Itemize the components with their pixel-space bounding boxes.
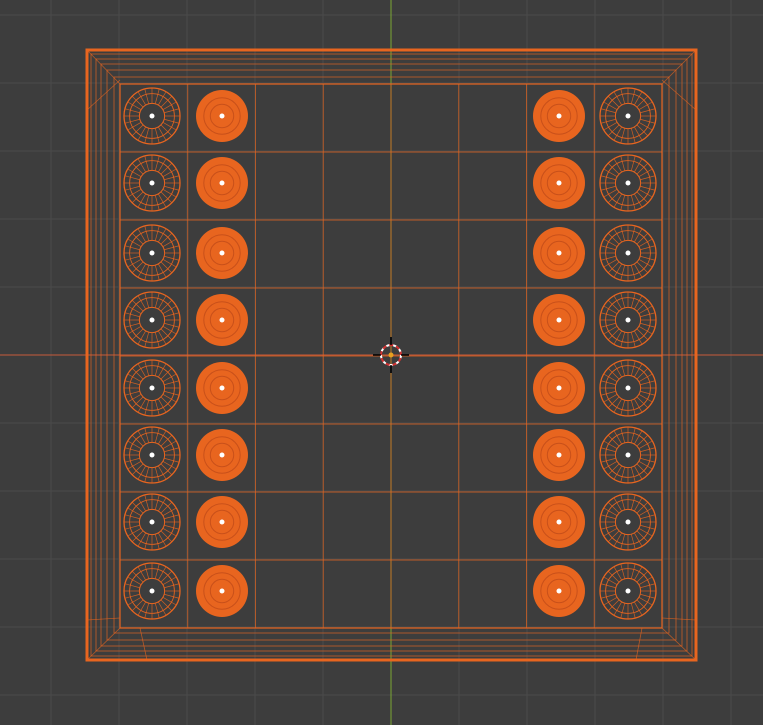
back-rank-piece: [123, 154, 181, 212]
back-rank-piece: [599, 426, 657, 484]
back-rank-piece: [599, 224, 657, 282]
pawn-piece: [533, 294, 585, 346]
back-rank-piece: [123, 291, 181, 349]
board-bevel-line: [661, 617, 697, 621]
back-rank-piece: [599, 493, 657, 551]
3d-cursor-icon[interactable]: [373, 337, 409, 373]
pawn-piece: [533, 90, 585, 142]
back-rank-piece: [599, 87, 657, 145]
pawn-piece: [533, 565, 585, 617]
pawn-piece: [533, 157, 585, 209]
pawn-piece: [196, 227, 248, 279]
board-bevel-line: [86, 79, 121, 111]
pawn-piece: [196, 496, 248, 548]
back-rank-piece: [599, 291, 657, 349]
back-rank-piece: [599, 154, 657, 212]
3d-viewport[interactable]: [0, 0, 763, 725]
pawn-piece: [533, 429, 585, 481]
pawn-piece: [196, 565, 248, 617]
board-bevel-line: [86, 617, 121, 621]
board-bevel-line: [86, 627, 121, 661]
back-rank-piece: [123, 562, 181, 620]
back-rank-piece: [599, 562, 657, 620]
back-rank-piece: [123, 493, 181, 551]
pawn-piece: [196, 157, 248, 209]
board-bevel-line: [86, 49, 121, 85]
board-bevel-line: [661, 79, 697, 111]
back-rank-piece: [123, 359, 181, 417]
pawn-piece: [533, 362, 585, 414]
pawn-piece: [196, 294, 248, 346]
back-rank-piece: [123, 426, 181, 484]
board-bevel-line: [661, 627, 697, 661]
pawn-piece: [196, 429, 248, 481]
back-rank-piece: [123, 224, 181, 282]
pawn-piece: [196, 362, 248, 414]
pawn-piece: [533, 227, 585, 279]
viewport-grid: [0, 0, 763, 725]
pawn-piece: [533, 496, 585, 548]
back-rank-piece: [599, 359, 657, 417]
board-bevel-line: [661, 49, 697, 85]
pawn-piece: [196, 90, 248, 142]
back-rank-piece: [123, 87, 181, 145]
